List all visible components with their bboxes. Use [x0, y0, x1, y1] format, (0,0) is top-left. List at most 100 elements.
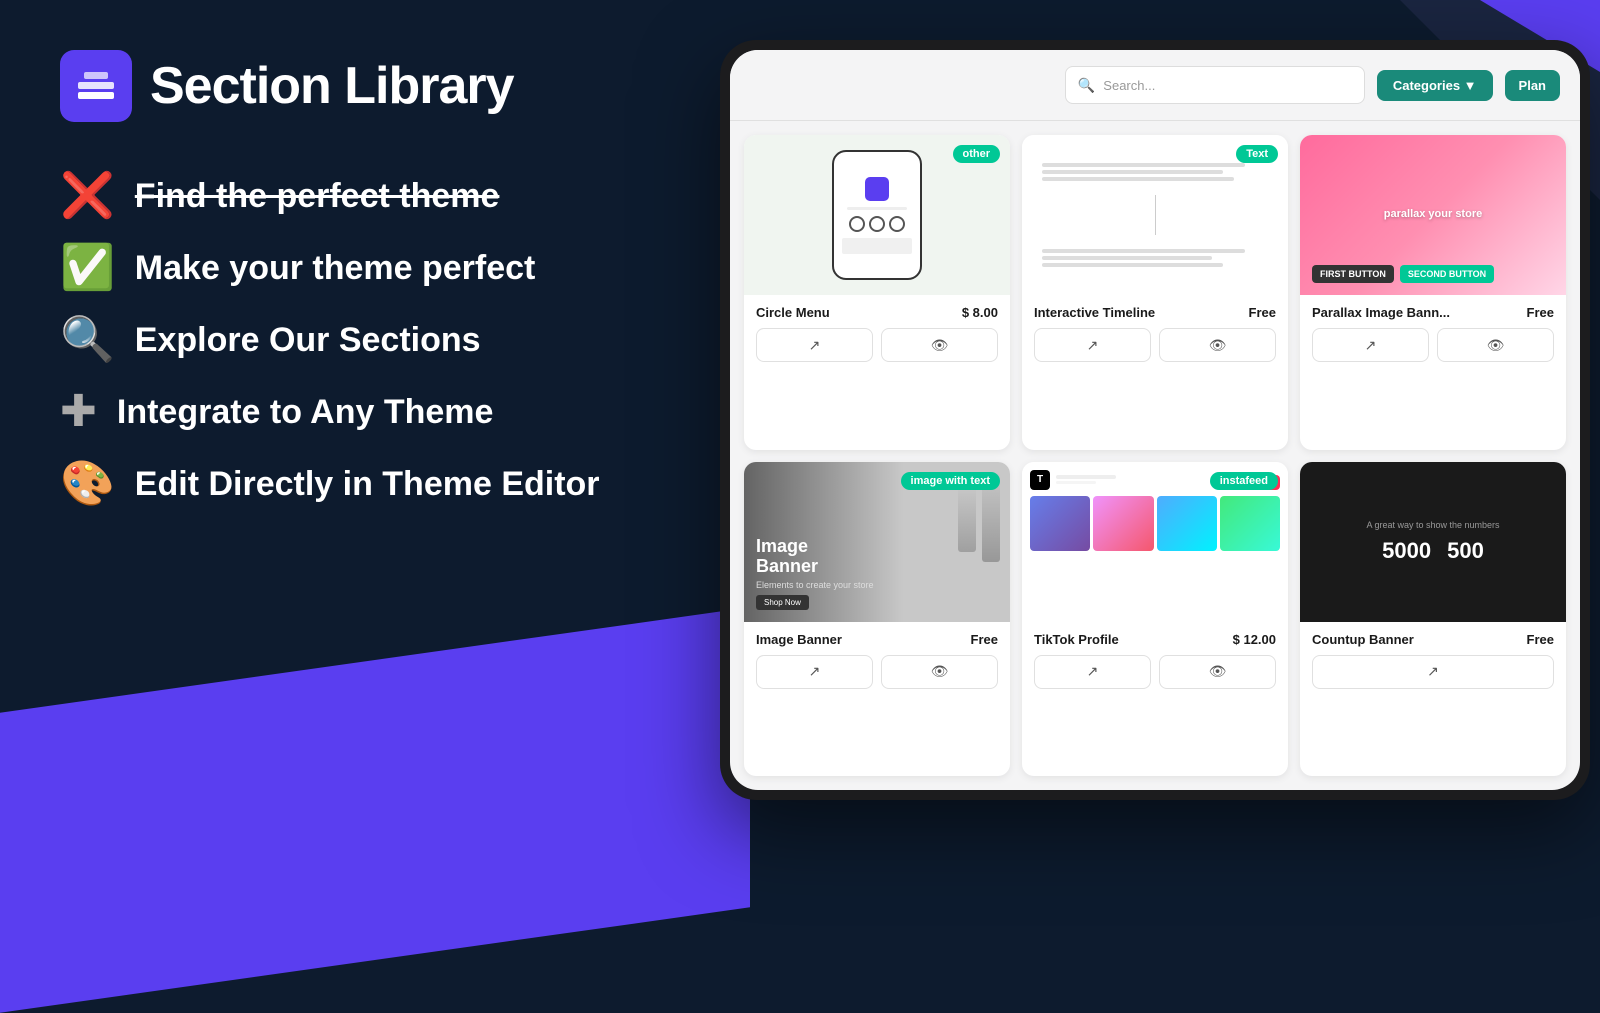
search-bar[interactable]: 🔍 Search... [1065, 66, 1365, 104]
feature-item-4: ✚ Integrate to Any Theme [60, 390, 700, 434]
card-actions-6: ↗ [1312, 655, 1554, 689]
feature-item-5: 🎨 Edit Directly in Theme Editor [60, 462, 700, 506]
tiktok-cell-3 [1157, 496, 1217, 551]
card-circle-menu-image: other [744, 135, 1010, 295]
badge-other: other [953, 145, 1001, 163]
external-link-button[interactable]: ↗ [756, 328, 873, 362]
app-title: Section Library [150, 56, 514, 116]
card-tiktok-footer: TikTok Profile $ 12.00 ↗ 👁 [1022, 622, 1288, 699]
badge-text: Text [1236, 145, 1278, 163]
card-title-row-4: Image Banner Free [756, 632, 998, 647]
circle-dot-2 [869, 216, 885, 232]
logo-row: Section Library [60, 50, 700, 122]
tablet-frame: 🔍 Search... Categories ▼ Plan other [720, 40, 1590, 800]
card-image-banner-image: image with text ImageBanner Elements to … [744, 462, 1010, 622]
external-link-button-3[interactable]: ↗ [1312, 328, 1429, 362]
card-price: $ 8.00 [962, 305, 998, 320]
countup-subtitle: A great way to show the numbers [1366, 520, 1499, 530]
card-price-3: Free [1527, 305, 1554, 320]
parallax-btn-2[interactable]: SECOND BUTTON [1400, 265, 1494, 283]
circle-dot-3 [889, 216, 905, 232]
card-actions-2: ↗ 👁 [1034, 328, 1276, 362]
feature-item-1: ❌ Find the perfect theme [60, 174, 700, 218]
card-parallax: parallax your store FIRST BUTTON SECOND … [1300, 135, 1566, 450]
tablet-screen: 🔍 Search... Categories ▼ Plan other [730, 50, 1580, 790]
parallax-overlay-text: parallax your store [1384, 208, 1482, 220]
card-actions-3: ↗ 👁 [1312, 328, 1554, 362]
feature-item-2: ✅ Make your theme perfect [60, 246, 700, 290]
left-panel: Section Library ❌ Find the perfect theme… [0, 0, 760, 900]
countup-num-2: 500 [1447, 538, 1484, 564]
phone-circles-row [849, 216, 905, 232]
right-panel: 🔍 Search... Categories ▼ Plan other [720, 40, 1600, 860]
card-price-5: $ 12.00 [1233, 632, 1276, 647]
cross-icon: ❌ [60, 174, 115, 218]
tiktok-cell-4 [1220, 496, 1280, 551]
card-title-4: Image Banner [756, 632, 842, 647]
card-price-6: Free [1527, 632, 1554, 647]
shop-now-button[interactable]: Shop Now [756, 595, 809, 610]
preview-button-2[interactable]: 👁 [1159, 328, 1276, 362]
feature-text-5: Edit Directly in Theme Editor [135, 465, 600, 504]
search-bar-icon: 🔍 [1078, 77, 1095, 94]
badge-instafeed: instafeed [1210, 472, 1278, 490]
card-tiktok-image: instafeed T Follow [1022, 462, 1288, 622]
preview-button-5[interactable]: 👁 [1159, 655, 1276, 689]
external-link-button-2[interactable]: ↗ [1034, 328, 1151, 362]
card-price-4: Free [971, 632, 998, 647]
search-input[interactable]: Search... [1103, 78, 1155, 93]
tiktok-cell-1 [1030, 496, 1090, 551]
badge-image-with-text: image with text [901, 472, 1000, 490]
feature-list: ❌ Find the perfect theme ✅ Make your the… [60, 174, 700, 506]
banner-subtitle: Elements to create your store [756, 580, 874, 590]
card-actions: ↗ 👁 [756, 328, 998, 362]
preview-button-4[interactable]: 👁 [881, 655, 998, 689]
categories-button[interactable]: Categories ▼ [1377, 70, 1493, 101]
countup-num-1: 5000 [1382, 538, 1431, 564]
card-tiktok: instafeed T Follow [1022, 462, 1288, 777]
preview-button[interactable]: 👁 [881, 328, 998, 362]
feature-text-3: Explore Our Sections [135, 321, 481, 360]
countup-mock: A great way to show the numbers 5000 500 [1300, 462, 1566, 622]
external-link-button-6[interactable]: ↗ [1312, 655, 1554, 689]
countup-numbers: 5000 500 [1382, 538, 1484, 564]
card-title-row: Circle Menu $ 8.00 [756, 305, 998, 320]
card-countup-footer: Countup Banner Free ↗ [1300, 622, 1566, 699]
card-circle-menu: other [744, 135, 1010, 450]
feature-text-1: Find the perfect theme [135, 177, 500, 216]
card-timeline-footer: Interactive Timeline Free ↗ 👁 [1022, 295, 1288, 372]
card-title-6: Countup Banner [1312, 632, 1414, 647]
card-title-5: TikTok Profile [1034, 632, 1119, 647]
app-header: 🔍 Search... Categories ▼ Plan [730, 50, 1580, 121]
preview-button-3[interactable]: 👁 [1437, 328, 1554, 362]
external-link-button-4[interactable]: ↗ [756, 655, 873, 689]
card-circle-menu-footer: Circle Menu $ 8.00 ↗ 👁 [744, 295, 1010, 372]
circle-dot-1 [849, 216, 865, 232]
card-countup: A great way to show the numbers 5000 500 [1300, 462, 1566, 777]
feature-text-2: Make your theme perfect [135, 249, 536, 288]
check-icon: ✅ [60, 246, 115, 290]
card-title-row-5: TikTok Profile $ 12.00 [1034, 632, 1276, 647]
cards-grid: other [730, 121, 1580, 790]
parallax-btn-1[interactable]: FIRST BUTTON [1312, 265, 1394, 283]
tiktok-cell-2 [1093, 496, 1153, 551]
card-actions-4: ↗ 👁 [756, 655, 998, 689]
feature-text-4: Integrate to Any Theme [117, 393, 494, 432]
search-icon: 🔍 [60, 318, 115, 362]
plan-button[interactable]: Plan [1505, 70, 1560, 101]
parallax-mock: parallax your store FIRST BUTTON SECOND … [1300, 135, 1566, 295]
tiktok-grid [1030, 496, 1280, 551]
card-title-row-6: Countup Banner Free [1312, 632, 1554, 647]
card-interactive-timeline: Text [1022, 135, 1288, 450]
palette-icon: 🎨 [60, 462, 115, 506]
card-timeline-image: Text [1022, 135, 1288, 295]
app-logo-icon [60, 50, 132, 122]
card-countup-image: A great way to show the numbers 5000 500 [1300, 462, 1566, 622]
card-image-banner: image with text ImageBanner Elements to … [744, 462, 1010, 777]
external-link-button-5[interactable]: ↗ [1034, 655, 1151, 689]
card-title-3: Parallax Image Bann... [1312, 305, 1450, 320]
banner-title: ImageBanner [756, 537, 874, 577]
card-image-banner-footer: Image Banner Free ↗ 👁 [744, 622, 1010, 699]
phone-mockup [832, 150, 922, 280]
card-title-row-2: Interactive Timeline Free [1034, 305, 1276, 320]
